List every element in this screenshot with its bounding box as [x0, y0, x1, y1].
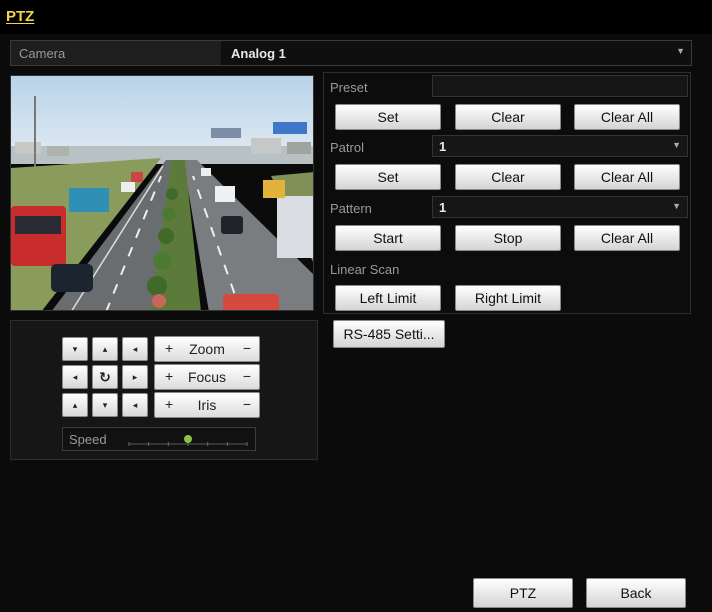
- speed-slider-thumb[interactable]: [184, 435, 192, 443]
- pattern-clear-all-button[interactable]: Clear All: [574, 225, 680, 251]
- patrol-select[interactable]: 1 ▼: [432, 135, 688, 157]
- speed-label: Speed: [69, 432, 107, 447]
- pan-down-right-button[interactable]: ◂: [122, 393, 148, 417]
- ptz-parameter-panel: Preset Set Clear Clear All Patrol 1 ▼ Se…: [323, 72, 691, 314]
- preset-label: Preset: [330, 80, 368, 95]
- arrow-up-left-icon: ▾: [72, 343, 78, 354]
- arrow-down-right-icon: ◂: [132, 399, 138, 410]
- chevron-down-icon: ▼: [672, 201, 681, 211]
- pan-up-left-button[interactable]: ▾: [62, 337, 88, 361]
- camera-row: Camera Analog 1 ▼: [10, 40, 692, 66]
- pattern-label: Pattern: [330, 201, 372, 216]
- patrol-clear-button[interactable]: Clear: [455, 164, 561, 190]
- auto-rotate-button[interactable]: ↻: [92, 365, 118, 389]
- speed-slider[interactable]: [123, 428, 253, 450]
- pan-right-button[interactable]: ▸: [122, 365, 148, 389]
- rs485-settings-button[interactable]: RS-485 Setti...: [333, 320, 445, 348]
- arrow-up-icon: ▴: [102, 343, 108, 354]
- chevron-down-icon: ▼: [672, 140, 681, 150]
- iris-minus-button[interactable]: −: [243, 396, 251, 412]
- pattern-start-button[interactable]: Start: [335, 225, 441, 251]
- preset-clear-all-button[interactable]: Clear All: [574, 104, 680, 130]
- camera-select[interactable]: Analog 1 ▼: [221, 41, 691, 65]
- pan-down-left-button[interactable]: ▴: [62, 393, 88, 417]
- window-title: PTZ: [6, 8, 35, 25]
- patrol-label: Patrol: [330, 140, 364, 155]
- ptz-control-panel: ▾ ▴ ◂ ◂ ↻ ▸ ▴ ▾ ◂ + Zoom − + Focus − + I…: [10, 320, 318, 460]
- pan-up-button[interactable]: ▴: [92, 337, 118, 361]
- arrow-right-icon: ▸: [132, 371, 138, 382]
- focus-control: + Focus −: [154, 364, 260, 390]
- chevron-down-icon: ▼: [676, 46, 685, 56]
- pan-up-right-button[interactable]: ◂: [122, 337, 148, 361]
- zoom-out-button[interactable]: −: [243, 340, 251, 356]
- pattern-value: 1: [439, 200, 447, 215]
- patrol-value: 1: [439, 139, 447, 154]
- pattern-stop-button[interactable]: Stop: [455, 225, 561, 251]
- preset-field[interactable]: [432, 75, 688, 97]
- ptz-button[interactable]: PTZ: [473, 578, 573, 608]
- back-button[interactable]: Back: [586, 578, 686, 608]
- ptz-window: PTZ Camera Analog 1 ▼ ▾ ▴ ◂ ◂ ↻ ▸ ▴ ▾ ◂ …: [0, 0, 712, 612]
- preset-set-button[interactable]: Set: [335, 104, 441, 130]
- speed-control: Speed: [62, 427, 256, 451]
- arrow-left-icon: ◂: [72, 371, 78, 382]
- zoom-control: + Zoom −: [154, 336, 260, 362]
- preset-clear-button[interactable]: Clear: [455, 104, 561, 130]
- linear-scan-label: Linear Scan: [330, 262, 400, 277]
- iris-control: + Iris −: [154, 392, 260, 418]
- pan-left-button[interactable]: ◂: [62, 365, 88, 389]
- pan-down-button[interactable]: ▾: [92, 393, 118, 417]
- highway-camera-image: [11, 76, 313, 310]
- arrow-down-left-icon: ▴: [72, 399, 78, 410]
- rotate-icon: ↻: [99, 368, 111, 385]
- title-bar: PTZ: [0, 0, 712, 34]
- patrol-set-button[interactable]: Set: [335, 164, 441, 190]
- live-video-preview: [10, 75, 314, 311]
- pattern-select[interactable]: 1 ▼: [432, 196, 688, 218]
- arrow-up-right-icon: ◂: [132, 343, 138, 354]
- left-limit-button[interactable]: Left Limit: [335, 285, 441, 311]
- focus-minus-button[interactable]: −: [243, 368, 251, 384]
- camera-label: Camera: [19, 46, 66, 61]
- patrol-clear-all-button[interactable]: Clear All: [574, 164, 680, 190]
- camera-value: Analog 1: [231, 46, 286, 61]
- arrow-down-icon: ▾: [102, 399, 108, 410]
- right-limit-button[interactable]: Right Limit: [455, 285, 561, 311]
